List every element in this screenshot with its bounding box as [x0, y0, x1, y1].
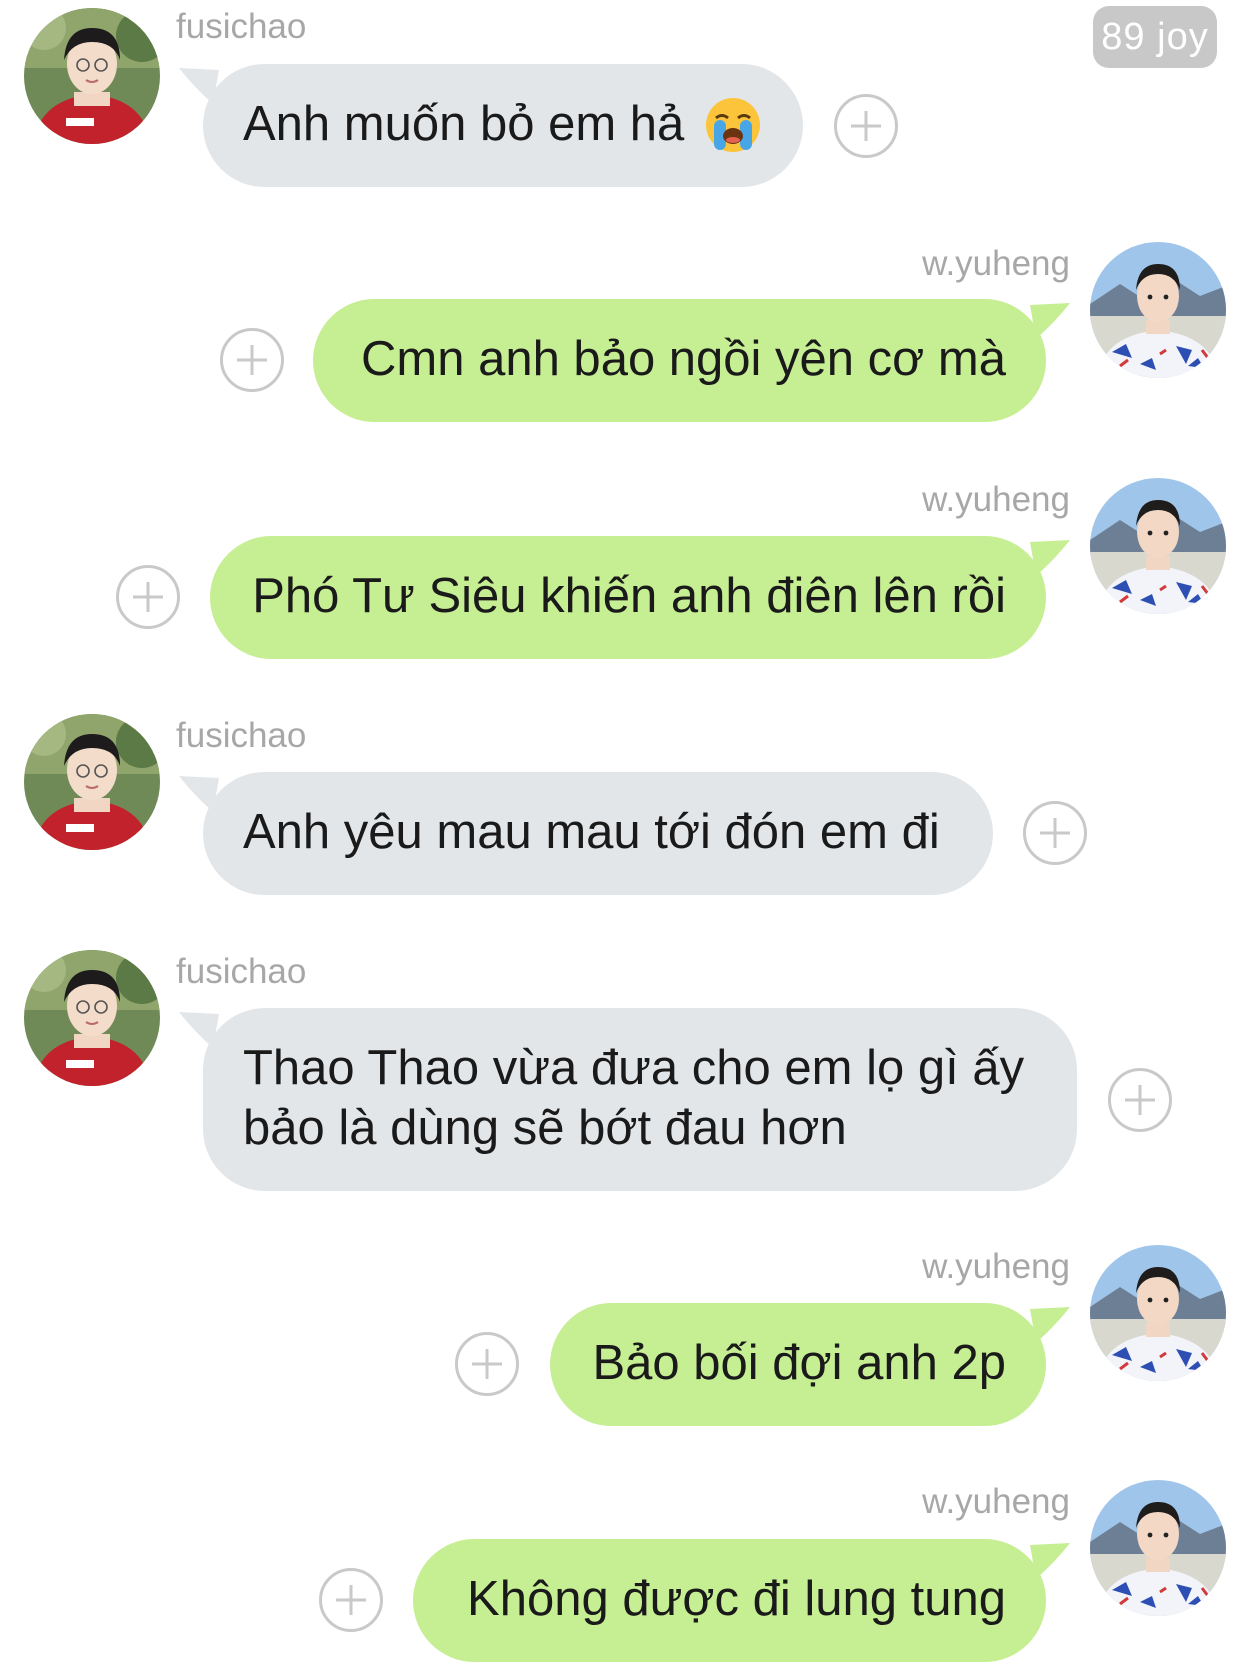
avatar-wyuheng[interactable] — [1090, 478, 1226, 614]
message-bubble-outgoing[interactable]: Phó Tư Siêu khiến anh điên lên rồi — [210, 536, 1070, 659]
add-reaction-button[interactable] — [455, 1332, 519, 1396]
avatar-fusichao[interactable] — [24, 714, 160, 850]
message-text: Anh yêu mau mau tới đón em đi — [243, 805, 940, 859]
message-bubble-outgoing[interactable]: Bảo bối đợi anh 2p — [550, 1303, 1070, 1426]
add-reaction-button[interactable] — [319, 1568, 383, 1632]
joy-count-badge: 89 joy — [1093, 6, 1217, 68]
sender-name: fusichao — [176, 7, 307, 46]
add-reaction-button[interactable] — [1023, 801, 1087, 865]
message-text: Cmn anh bảo ngồi yên cơ mà — [361, 332, 1006, 386]
avatar-wyuheng[interactable] — [1090, 242, 1226, 378]
add-reaction-button[interactable] — [834, 94, 898, 158]
sender-name: fusichao — [176, 952, 307, 991]
message-text: Bảo bối đợi anh 2p — [592, 1336, 1006, 1390]
sender-name: w.yuheng — [922, 1247, 1070, 1286]
avatar-wyuheng[interactable] — [1090, 1480, 1226, 1616]
message-bubble-outgoing[interactable]: Không được đi lung tung — [413, 1539, 1070, 1662]
message-text: Thao Thao vừa đưa cho em lọ gì ấy bảo là… — [243, 1041, 1025, 1155]
add-reaction-button[interactable] — [1108, 1068, 1172, 1132]
sender-name: fusichao — [176, 716, 307, 755]
message-bubble-incoming[interactable]: Thao Thao vừa đưa cho em lọ gì ấy bảo là… — [179, 1008, 1077, 1191]
avatar-wyuheng[interactable] — [1090, 1245, 1226, 1381]
message-bubble-outgoing[interactable]: Cmn anh bảo ngồi yên cơ mà — [313, 299, 1070, 422]
message-text: Không được đi lung tung — [467, 1572, 1006, 1626]
message-bubble-incoming[interactable]: Anh yêu mau mau tới đón em đi — [179, 772, 993, 895]
add-reaction-button[interactable] — [116, 565, 180, 629]
sender-name: w.yuheng — [922, 480, 1070, 519]
message-text: Anh muốn bỏ em hả — [243, 97, 685, 151]
avatar-fusichao[interactable] — [24, 8, 160, 144]
message-text: Phó Tư Siêu khiến anh điên lên rồi — [252, 569, 1006, 623]
loudly-crying-face-icon — [704, 96, 762, 154]
add-reaction-button[interactable] — [220, 328, 284, 392]
sender-name: w.yuheng — [922, 1482, 1070, 1521]
avatar-fusichao[interactable] — [24, 950, 160, 1086]
sender-name: w.yuheng — [922, 244, 1070, 283]
